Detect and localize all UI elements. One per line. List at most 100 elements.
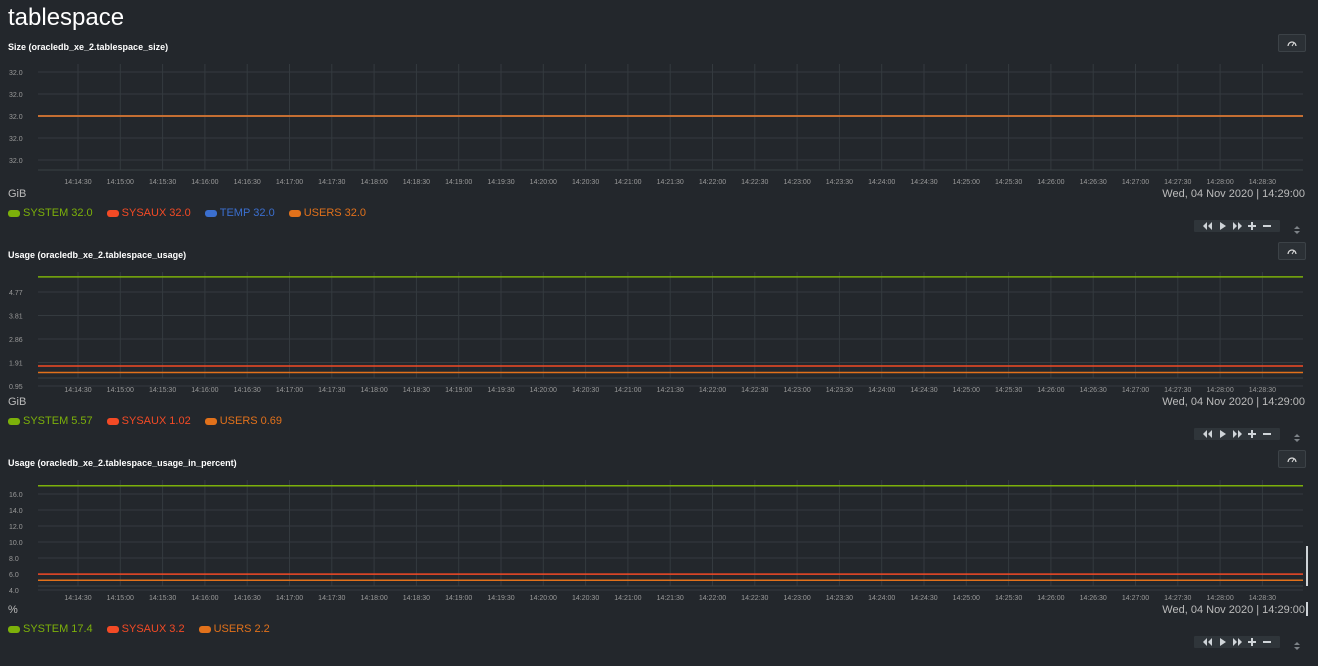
resize-handle[interactable]: [1293, 638, 1301, 650]
chart-toolbox: [1194, 636, 1280, 648]
chart-toolbox: [1194, 428, 1280, 440]
x-tick-label: 14:23:30: [826, 387, 853, 394]
zoom-out-button[interactable]: [1262, 429, 1273, 439]
y-tick-label: 4.77: [9, 290, 23, 297]
legend-item-sysaux[interactable]: SYSAUX 3.2: [106, 623, 185, 635]
rewind-icon: [1202, 638, 1212, 646]
pan-left-button[interactable]: [1202, 221, 1213, 231]
legend-item-users[interactable]: USERS 2.2: [198, 623, 270, 635]
x-tick-label: 14:15:00: [107, 387, 134, 394]
pan-right-button[interactable]: [1232, 221, 1243, 231]
legend-swatch: [204, 209, 217, 217]
reset-zoom-button[interactable]: [1278, 34, 1306, 52]
x-tick-label: 14:15:00: [107, 179, 134, 186]
x-tick-label: 14:28:30: [1249, 179, 1276, 186]
chart-usage-percent: Usage (oracledb_xe_2.tablespace_usage_in…: [0, 450, 1318, 666]
pan-right-button[interactable]: [1232, 637, 1243, 647]
play-button[interactable]: [1217, 637, 1228, 647]
x-tick-label: 14:28:30: [1249, 387, 1276, 394]
legend-item-temp[interactable]: TEMP 32.0: [204, 207, 275, 219]
x-tick-label: 14:24:30: [910, 595, 937, 602]
chart-timestamp: Wed, 04 Nov 2020 | 14:29:00: [1162, 396, 1305, 408]
play-button[interactable]: [1217, 221, 1228, 231]
reset-zoom-button[interactable]: [1278, 450, 1306, 468]
chart-plot-area[interactable]: 14:14:30 14:15:00 14:15:30 14:16:00 14:16:30…: [0, 266, 1318, 396]
x-tick-label: 14:22:30: [741, 595, 768, 602]
pan-left-button[interactable]: [1202, 637, 1213, 647]
x-tick-label: 14:14:30: [64, 595, 91, 602]
y-tick-label: 10.0: [9, 540, 23, 547]
x-tick-label: 14:23:30: [826, 179, 853, 186]
x-tick-label: 14:16:00: [191, 387, 218, 394]
x-tick-label: 14:16:30: [234, 179, 261, 186]
x-tick-label: 14:19:00: [445, 387, 472, 394]
x-tick-label: 14:17:00: [276, 595, 303, 602]
legend-item-system[interactable]: SYSTEM 32.0: [8, 207, 93, 219]
chart-timestamp: Wed, 04 Nov 2020 | 14:29:00: [1162, 604, 1305, 616]
legend-series-name: SYSAUX: [121, 415, 167, 427]
zoom-out-button[interactable]: [1262, 637, 1273, 647]
legend-series-name: USERS: [303, 207, 342, 219]
zoom-in-button[interactable]: [1247, 429, 1258, 439]
reset-zoom-button[interactable]: [1278, 242, 1306, 260]
x-tick-label: 14:22:00: [699, 595, 726, 602]
x-tick-label: 14:24:30: [910, 387, 937, 394]
legend-swatch: [106, 417, 119, 425]
legend-series-value: 5.57: [71, 415, 93, 427]
x-tick-label: 14:16:00: [191, 595, 218, 602]
zoom-in-button[interactable]: [1247, 221, 1258, 231]
chart-toolbox: [1194, 220, 1280, 232]
chart-plot-area[interactable]: 14:14:30 14:15:00 14:15:30 14:16:00 14:16:30…: [0, 58, 1318, 188]
x-tick-label: 14:21:00: [614, 595, 641, 602]
y-tick-label: 4.0: [9, 588, 19, 595]
chart-title: Usage (oracledb_xe_2.tablespace_usage): [8, 250, 187, 260]
rewind-icon: [1202, 430, 1212, 438]
x-tick-label: 14:16:00: [191, 179, 218, 186]
chart-timestamp: Wed, 04 Nov 2020 | 14:29:00: [1162, 188, 1305, 200]
x-tick-label: 14:19:00: [445, 179, 472, 186]
chart-legend: SYSTEM 17.4 SYSAUX 3.2 USERS 2.2: [8, 623, 270, 635]
x-tick-label: 14:21:00: [614, 179, 641, 186]
x-tick-label: 14:26:00: [1037, 387, 1064, 394]
legend-item-users[interactable]: USERS 0.69: [204, 415, 282, 427]
units-label: GiB: [8, 396, 27, 408]
reset-zoom-icon: [1287, 41, 1297, 47]
legend-series-name: SYSTEM: [23, 623, 69, 635]
play-button[interactable]: [1217, 429, 1228, 439]
chart-plot-area[interactable]: 14:14:30 14:15:00 14:15:30 14:16:00 14:16:30…: [0, 474, 1318, 604]
legend-series-value: 17.4: [71, 623, 93, 635]
resize-handle-icon: [1294, 642, 1300, 650]
fast-forward-icon: [1232, 430, 1242, 438]
y-tick-label: 6.0: [9, 572, 19, 579]
legend-item-users[interactable]: USERS 32.0: [288, 207, 366, 219]
x-tick-label: 14:18:00: [360, 179, 387, 186]
x-tick-label: 14:27:00: [1122, 179, 1149, 186]
x-tick-label: 14:19:30: [487, 387, 514, 394]
x-tick-label: 14:26:00: [1037, 595, 1064, 602]
x-tick-label: 14:27:00: [1122, 595, 1149, 602]
legend-series-name: SYSTEM: [23, 207, 69, 219]
x-tick-label: 14:26:00: [1037, 179, 1064, 186]
resize-handle[interactable]: [1293, 222, 1301, 234]
x-tick-label: 14:28:00: [1206, 595, 1233, 602]
scrollbar-thumb[interactable]: [1306, 546, 1308, 586]
x-tick-label: 14:28:30: [1249, 595, 1276, 602]
zoom-out-button[interactable]: [1262, 221, 1273, 231]
legend-item-sysaux[interactable]: SYSAUX 1.02: [106, 415, 191, 427]
chart-size: Size (oracledb_xe_2.tablespace_size) 14:…: [0, 34, 1318, 250]
x-tick-label: 14:15:00: [107, 595, 134, 602]
legend-swatch: [8, 209, 20, 217]
x-tick-label: 14:17:30: [318, 387, 345, 394]
pan-left-button[interactable]: [1202, 429, 1213, 439]
legend-item-system[interactable]: SYSTEM 5.57: [8, 415, 93, 427]
units-label: GiB: [8, 188, 27, 200]
resize-handle-icon: [1294, 434, 1300, 442]
chart-legend: SYSTEM 5.57 SYSAUX 1.02 USERS 0.69: [8, 415, 282, 427]
x-tick-label: 14:15:30: [149, 387, 176, 394]
legend-item-system[interactable]: SYSTEM 17.4: [8, 623, 93, 635]
legend-item-sysaux[interactable]: SYSAUX 32.0: [106, 207, 191, 219]
zoom-in-button[interactable]: [1247, 637, 1258, 647]
pan-right-button[interactable]: [1232, 429, 1243, 439]
resize-handle[interactable]: [1293, 430, 1301, 442]
x-tick-label: 14:21:00: [614, 387, 641, 394]
